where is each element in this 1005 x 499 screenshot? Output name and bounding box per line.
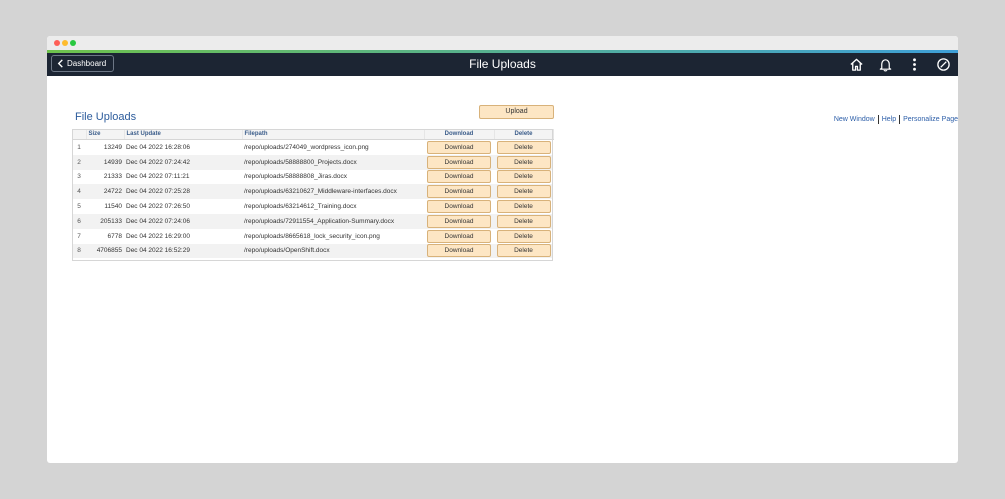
download-button[interactable]: Download — [427, 244, 491, 258]
file-size: 14939 — [86, 154, 124, 170]
row-number: 7 — [77, 232, 81, 240]
filepath: /repo/uploads/63214612_Training.docx — [244, 203, 357, 211]
file-size: 4706855 — [86, 243, 124, 259]
download-column-header: Download — [424, 129, 495, 140]
browser-window: Dashboard File Uploads New Window Help P… — [47, 36, 958, 463]
file-size: 6778 — [107, 232, 122, 240]
upload-button[interactable]: Upload — [479, 105, 554, 119]
row-number: 1 — [77, 143, 81, 151]
filepath: /repo/uploads/OpenShift.docx — [242, 243, 424, 259]
filepath: /repo/uploads/63210627_Middleware-interf… — [242, 184, 424, 200]
navbar-actions — [842, 55, 958, 74]
filepath: /repo/uploads/72911554_Application-Summa… — [242, 213, 424, 229]
home-icon[interactable] — [842, 55, 871, 74]
maximize-window-button[interactable] — [70, 40, 76, 46]
page-links: New Window Help Personalize Page — [834, 115, 958, 124]
download-button[interactable]: Download — [427, 140, 491, 154]
table-row: 7 6778 Dec 04 2022 16:29:00 /repo/upload… — [72, 229, 553, 244]
delete-column-header: Delete — [494, 129, 554, 140]
table-row: 6 205133 Dec 04 2022 07:24:06 /repo/uplo… — [72, 213, 553, 229]
row-number: 3 — [77, 173, 81, 181]
personalize-page-link[interactable]: Personalize Page — [903, 116, 958, 123]
more-icon[interactable] — [900, 55, 929, 74]
last-update: Dec 04 2022 07:25:28 — [124, 184, 242, 200]
table-row: 1 13249 Dec 04 2022 16:28:06 /repo/uploa… — [72, 140, 553, 155]
table-row: 5 11540 Dec 04 2022 07:26:50 /repo/uploa… — [72, 199, 553, 214]
bell-icon[interactable] — [871, 55, 900, 74]
table-header-row: Size Last Update Filepath Download Delet… — [72, 129, 554, 140]
last-update: Dec 04 2022 07:24:06 — [124, 213, 242, 229]
download-button[interactable]: Download — [427, 200, 491, 214]
delete-button[interactable]: Delete — [496, 229, 551, 243]
minimize-window-button[interactable] — [62, 40, 68, 46]
row-number: 8 — [72, 243, 86, 259]
row-number: 5 — [77, 203, 81, 211]
download-button[interactable]: Download — [427, 170, 491, 184]
link-separator — [899, 115, 901, 124]
file-size: 13249 — [103, 143, 122, 151]
new-window-link[interactable]: New Window — [834, 116, 875, 123]
filepath: /repo/uploads/8665618_lock_security_icon… — [244, 232, 380, 240]
download-button[interactable]: Download — [427, 214, 491, 228]
last-update: Dec 04 2022 07:26:50 — [126, 203, 190, 211]
row-number: 6 — [72, 213, 86, 229]
last-update-column-header: Last Update — [124, 129, 243, 140]
row-number: 4 — [72, 184, 86, 200]
last-update: Dec 04 2022 07:11:21 — [126, 173, 190, 181]
last-update: Dec 04 2022 16:52:29 — [124, 243, 242, 259]
table-row: 8 4706855 Dec 04 2022 16:52:29 /repo/upl… — [72, 243, 553, 259]
action-icon[interactable] — [929, 55, 958, 74]
table-row: 2 14939 Dec 04 2022 07:24:42 /repo/uploa… — [72, 154, 553, 170]
link-separator — [877, 115, 879, 124]
section-heading: File Uploads — [75, 111, 137, 123]
close-window-button[interactable] — [54, 40, 60, 46]
download-button[interactable]: Download — [427, 229, 491, 243]
file-size: 24722 — [86, 184, 124, 200]
top-navbar: Dashboard File Uploads — [47, 53, 958, 76]
last-update: Dec 04 2022 16:28:06 — [126, 143, 190, 151]
file-size: 21333 — [103, 173, 122, 181]
last-update: Dec 04 2022 16:29:00 — [126, 232, 190, 240]
file-size: 11540 — [104, 203, 122, 211]
delete-button[interactable]: Delete — [496, 200, 551, 214]
page-title: File Uploads — [469, 57, 536, 71]
help-link[interactable]: Help — [882, 116, 896, 123]
download-button[interactable]: Download — [427, 185, 491, 199]
file-size: 205133 — [86, 213, 124, 229]
window-titlebar — [47, 36, 958, 50]
row-number-header — [72, 129, 87, 140]
size-column-header: Size — [86, 129, 125, 140]
filepath-column-header: Filepath — [242, 129, 425, 140]
delete-button[interactable]: Delete — [496, 170, 551, 184]
filepath: /repo/uploads/58888800_Projects.docx — [242, 154, 424, 170]
delete-button[interactable]: Delete — [496, 155, 551, 169]
delete-button[interactable]: Delete — [496, 244, 551, 258]
delete-button[interactable]: Delete — [496, 140, 551, 154]
last-update: Dec 04 2022 07:24:42 — [124, 154, 242, 170]
delete-button[interactable]: Delete — [496, 214, 551, 228]
delete-button[interactable]: Delete — [496, 185, 551, 199]
table-row: 4 24722 Dec 04 2022 07:25:28 /repo/uploa… — [72, 184, 553, 200]
filepath: /repo/uploads/58888808_Jiras.docx — [244, 173, 347, 181]
file-uploads-table: Size Last Update Filepath Download Delet… — [72, 129, 554, 259]
download-button[interactable]: Download — [427, 155, 491, 169]
row-number: 2 — [72, 154, 86, 170]
filepath: /repo/uploads/274049_wordpress_icon.png — [244, 143, 369, 151]
table-row: 3 21333 Dec 04 2022 07:11:21 /repo/uploa… — [72, 170, 553, 185]
